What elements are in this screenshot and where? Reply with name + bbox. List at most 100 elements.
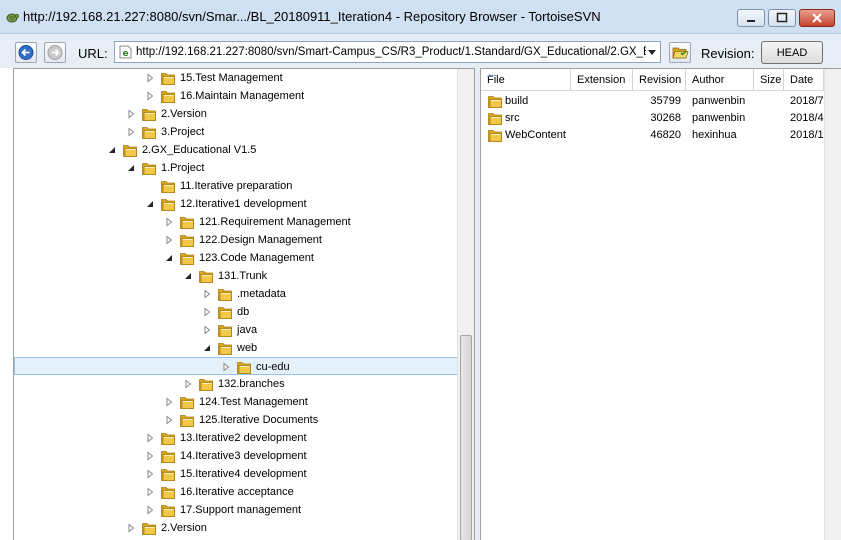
tortoisesvn-icon <box>6 13 19 23</box>
column-header-revision[interactable]: Revision <box>633 69 686 91</box>
tree-vertical-scrollbar[interactable] <box>457 69 474 540</box>
cell-file: WebContent <box>505 129 566 141</box>
tree-item[interactable]: web <box>14 339 458 357</box>
close-button[interactable] <box>799 9 835 27</box>
minimize-icon <box>747 20 755 22</box>
back-button[interactable] <box>15 42 37 63</box>
column-header-file[interactable]: File <box>481 69 571 91</box>
cell-revision: 30268 <box>650 112 681 124</box>
tree-item[interactable]: 15.Iterative4 development <box>14 465 458 483</box>
tree-item[interactable]: 11.Iterative preparation <box>14 177 458 195</box>
maximize-icon <box>776 12 788 23</box>
url-input[interactable]: http://192.168.21.227:8080/svn/Smart-Cam… <box>136 46 646 58</box>
folder-icon <box>161 451 175 463</box>
chevron-down-icon[interactable] <box>648 50 656 55</box>
tree-item[interactable]: 2.Version <box>14 105 458 123</box>
tree-item[interactable]: 131.Trunk <box>14 267 458 285</box>
collapsed-triangle-icon[interactable] <box>202 325 212 335</box>
tree-item-label: 1.Project <box>161 162 205 174</box>
expanded-triangle-icon[interactable] <box>183 271 193 281</box>
collapsed-triangle-icon[interactable] <box>221 362 231 372</box>
folder-icon <box>123 145 137 157</box>
expanded-triangle-icon[interactable] <box>202 343 212 353</box>
collapsed-triangle-icon[interactable] <box>145 73 155 83</box>
file-list[interactable]: File Extension Revision Author Size Date buil… <box>480 68 841 540</box>
tree-item[interactable]: .metadata <box>14 285 458 303</box>
tree-item[interactable]: java <box>14 321 458 339</box>
cell-date: 2018/7 <box>790 95 824 107</box>
column-header-date[interactable]: Date <box>784 69 824 91</box>
url-combobox[interactable]: e http://192.168.21.227:8080/svn/Smart-C… <box>114 41 661 63</box>
folder-icon <box>161 469 175 481</box>
collapsed-triangle-icon[interactable] <box>126 127 136 137</box>
collapsed-triangle-icon[interactable] <box>202 307 212 317</box>
list-vertical-scrollbar[interactable] <box>824 69 841 540</box>
tree-item-label: 17.Support management <box>180 504 302 516</box>
tree-item[interactable]: 132.branches <box>14 375 458 393</box>
column-header-author[interactable]: Author <box>686 69 754 91</box>
minimize-button[interactable] <box>737 9 765 27</box>
expanded-triangle-icon[interactable] <box>164 253 174 263</box>
url-page-icon: e <box>119 45 132 59</box>
collapsed-triangle-icon[interactable] <box>164 415 174 425</box>
collapsed-triangle-icon[interactable] <box>145 487 155 497</box>
collapsed-triangle-icon[interactable] <box>164 217 174 227</box>
tree-item-selected[interactable]: cu-edu <box>14 357 458 375</box>
expanded-triangle-icon[interactable] <box>126 163 136 173</box>
tree-item[interactable]: 124.Test Management <box>14 393 458 411</box>
browse-folder-button[interactable] <box>669 42 691 63</box>
tree-item-label: web <box>237 342 258 354</box>
collapsed-triangle-icon[interactable] <box>126 109 136 119</box>
column-header-size[interactable]: Size <box>754 69 784 91</box>
tree-item[interactable]: 13.Iterative2 development <box>14 429 458 447</box>
folder-icon <box>142 523 156 535</box>
file-row[interactable]: WebContent 46820 hexinhua 2018/1 <box>481 127 841 144</box>
revision-head-button[interactable]: HEAD <box>761 41 823 64</box>
tree-item[interactable]: 14.Iterative3 development <box>14 447 458 465</box>
tree-item[interactable]: 2.GX_Educational V1.5 <box>14 141 458 159</box>
collapsed-triangle-icon[interactable] <box>183 379 193 389</box>
tree-item[interactable]: 17.Support management <box>14 501 458 519</box>
tree-item[interactable]: 16.Maintain Management <box>14 87 458 105</box>
column-header-extension[interactable]: Extension <box>571 69 633 91</box>
folder-icon <box>180 415 194 427</box>
collapsed-triangle-icon[interactable] <box>145 91 155 101</box>
address-toolbar: URL: e http://192.168.21.227:8080/svn/Sm… <box>0 34 841 68</box>
collapsed-triangle-icon[interactable] <box>145 451 155 461</box>
expanded-triangle-icon[interactable] <box>107 145 117 155</box>
repository-tree[interactable]: 15.Test Management 16.Maintain Management… <box>13 68 475 540</box>
collapsed-triangle-icon[interactable] <box>145 433 155 443</box>
collapsed-triangle-icon[interactable] <box>164 397 174 407</box>
tree-item[interactable]: 12.Iterative1 development <box>14 195 458 213</box>
folder-icon <box>161 505 175 517</box>
tree-item[interactable]: 3.Project <box>14 123 458 141</box>
tree-item[interactable]: 15.Test Management <box>14 69 458 87</box>
collapsed-triangle-icon[interactable] <box>164 235 174 245</box>
tree-item-label: 14.Iterative3 development <box>180 450 307 462</box>
expanded-triangle-icon[interactable] <box>145 199 155 209</box>
tree-item[interactable]: 123.Code Management <box>14 249 458 267</box>
collapsed-triangle-icon[interactable] <box>145 469 155 479</box>
file-row[interactable]: src 30268 panwenbin 2018/4 <box>481 110 841 127</box>
tree-scrollbar-thumb[interactable] <box>460 335 472 540</box>
svg-text:e: e <box>122 49 128 59</box>
tree-item[interactable]: db <box>14 303 458 321</box>
forward-button[interactable] <box>44 42 66 63</box>
tree-item[interactable]: 122.Design Management <box>14 231 458 249</box>
tree-item[interactable]: 16.Iterative acceptance <box>14 483 458 501</box>
maximize-button[interactable] <box>768 9 796 27</box>
collapsed-triangle-icon[interactable] <box>126 523 136 533</box>
tree-item-label: 11.Iterative preparation <box>180 180 293 192</box>
tree-item-label: 15.Test Management <box>180 72 283 84</box>
tree-item[interactable]: 1.Project <box>14 159 458 177</box>
folder-icon <box>218 343 232 355</box>
collapsed-triangle-icon[interactable] <box>145 505 155 515</box>
close-icon <box>812 13 822 23</box>
tree-item[interactable]: 125.Iterative Documents <box>14 411 458 429</box>
collapsed-triangle-icon[interactable] <box>202 289 212 299</box>
column-header-label: Date <box>790 74 814 86</box>
tree-item[interactable]: 2.Version <box>14 519 458 537</box>
tree-item[interactable]: 121.Requirement Management <box>14 213 458 231</box>
tree-item-label: 123.Code Management <box>199 252 314 264</box>
file-row[interactable]: build 35799 panwenbin 2018/7 <box>481 93 841 110</box>
